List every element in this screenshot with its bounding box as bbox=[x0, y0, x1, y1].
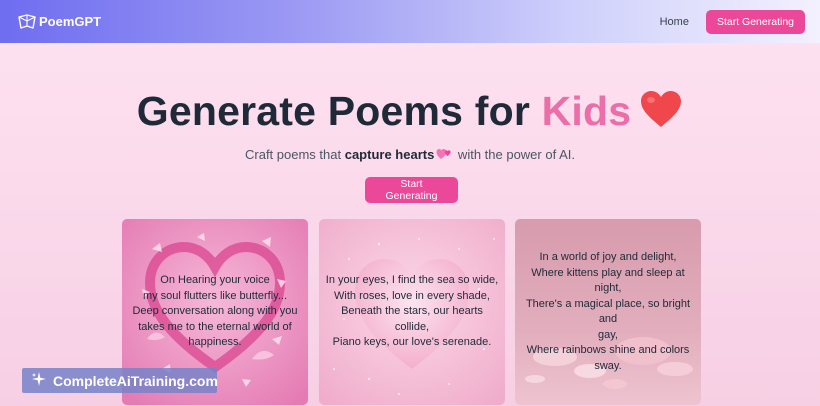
subtitle-text-start: Craft poems that bbox=[245, 147, 345, 162]
poem-card-3-text-wrapper: In a world of joy and delight, Where kit… bbox=[515, 219, 701, 405]
brand-name: PoemGPT bbox=[39, 14, 102, 29]
hero-title-accent: Kids bbox=[541, 88, 632, 134]
subtitle-emphasis: capture hearts bbox=[344, 147, 435, 162]
nav-home-link[interactable]: Home bbox=[660, 16, 689, 28]
watermark-text: CompleteAiTraining.com bbox=[53, 372, 218, 389]
hero-subtitle: Craft poems that capture hearts with the… bbox=[0, 147, 820, 164]
hero-title-main: Generate Poems for bbox=[136, 88, 542, 134]
top-navbar: PoemGPT Home Start Generating bbox=[0, 0, 820, 43]
hero-start-generating-button[interactable]: Start Generating bbox=[365, 177, 458, 203]
poem-card-2-text-wrapper: In your eyes, I find the sea so wide, Wi… bbox=[319, 219, 505, 405]
two-hearts-icon bbox=[436, 147, 452, 164]
watermark-badge: CompleteAiTraining.com bbox=[22, 368, 218, 393]
origami-logo-icon bbox=[18, 13, 36, 30]
poem-card-2[interactable]: In your eyes, I find the sea so wide, Wi… bbox=[319, 219, 505, 405]
poem-text: In a world of joy and delight, Where kit… bbox=[525, 251, 691, 372]
brand-link[interactable]: PoemGPT bbox=[18, 13, 102, 30]
poem-text: In your eyes, I find the sea so wide, Wi… bbox=[325, 274, 499, 349]
nav-start-generating-button[interactable]: Start Generating bbox=[705, 9, 805, 34]
nav-links: Home Start Generating bbox=[660, 9, 805, 34]
poem-card-3[interactable]: In a world of joy and delight, Where kit… bbox=[515, 219, 701, 405]
red-heart-icon bbox=[639, 89, 683, 139]
poem-text: On Hearing your voice my soul flutters l… bbox=[132, 274, 298, 349]
sparkle-logo-icon bbox=[31, 371, 47, 390]
subtitle-text-end: with the power of AI. bbox=[454, 147, 575, 162]
hero-title: Generate Poems for Kids bbox=[0, 88, 820, 139]
